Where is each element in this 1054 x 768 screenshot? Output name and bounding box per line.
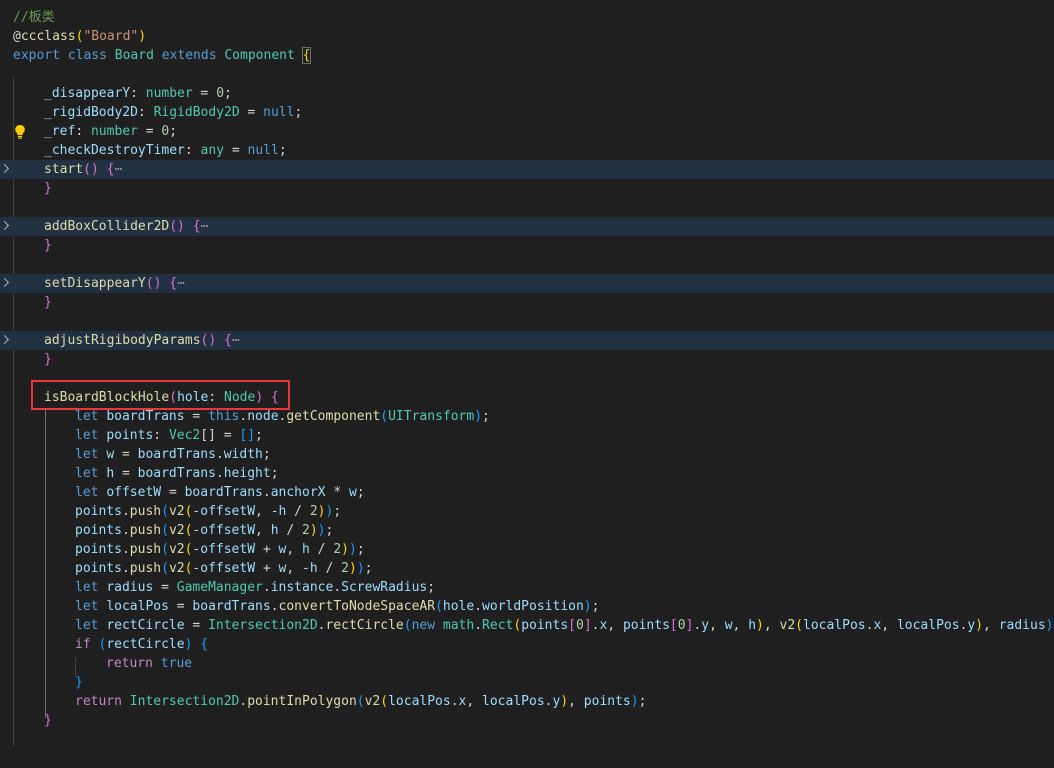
field-line: _rigidBody2D: RigidBody2D = null; bbox=[44, 105, 303, 120]
code-line: export class Board extends Component { bbox=[13, 47, 312, 64]
field-name: _rigidBody2D bbox=[44, 105, 138, 120]
code-line: let points: Vec2[] = []; bbox=[75, 428, 263, 443]
code-line: let offsetW = boardTrans.anchorX * w; bbox=[75, 485, 365, 500]
class-keyword: class bbox=[67, 48, 107, 63]
field-line: _checkDestroyTimer: any = null; bbox=[44, 143, 287, 158]
extends-keyword: extends bbox=[161, 48, 217, 63]
folded-method-line[interactable]: start() {⋯ bbox=[0, 160, 1054, 179]
folded-method-line[interactable]: adjustRigibodyParams() {⋯ bbox=[0, 331, 1054, 350]
decorator-arg: "Board" bbox=[83, 29, 139, 44]
code-line: } bbox=[44, 713, 52, 728]
folded-method-line[interactable]: addBoxCollider2D() {⋯ bbox=[0, 217, 1054, 236]
fold-chevron-icon[interactable] bbox=[0, 164, 9, 173]
decorator-name: ccclass bbox=[20, 29, 76, 44]
field-value: null bbox=[263, 105, 295, 120]
fold-chevron-icon[interactable] bbox=[0, 335, 9, 344]
code-line: points.push(v2(-offsetW, h / 2)); bbox=[75, 523, 334, 538]
fold-chevron-icon[interactable] bbox=[0, 278, 9, 287]
field-line: _disappearY: number = 0; bbox=[44, 86, 232, 101]
method-name: addBoxCollider2D bbox=[44, 219, 170, 234]
comment: //板类 bbox=[13, 10, 55, 25]
method-name: setDisappearY bbox=[44, 276, 146, 291]
field-name: _disappearY bbox=[44, 86, 131, 101]
class-name: Board bbox=[114, 48, 154, 63]
code-line: let localPos = boardTrans.convertToNodeS… bbox=[75, 599, 600, 614]
code-line: } bbox=[44, 238, 52, 253]
code-line: let h = boardTrans.height; bbox=[75, 466, 279, 481]
lightbulb-icon[interactable] bbox=[14, 124, 26, 139]
field-type: number bbox=[145, 86, 193, 101]
fold-ellipsis[interactable]: ⋯ bbox=[201, 219, 209, 234]
base-class: Component bbox=[224, 48, 295, 63]
field-type: RigidBody2D bbox=[153, 105, 240, 120]
code-line: if (rectCircle) { bbox=[75, 637, 209, 652]
code-line: points.push(v2(-offsetW + w, h / 2)); bbox=[75, 542, 365, 557]
code-line: } bbox=[44, 181, 52, 196]
method-name: adjustRigibodyParams bbox=[44, 333, 201, 348]
highlight-box bbox=[31, 380, 290, 410]
fold-chevron-icon[interactable] bbox=[0, 221, 9, 230]
field-line: _ref: number = 0; bbox=[0, 122, 1054, 141]
code-line: let rectCircle = Intersection2D.rectCirc… bbox=[75, 618, 1054, 633]
code-line: points.push(v2(-offsetW, -h / 2)); bbox=[75, 504, 342, 519]
field-type: any bbox=[200, 143, 225, 158]
export-keyword: export bbox=[13, 48, 60, 63]
code-line: return Intersection2D.pointInPolygon(v2(… bbox=[75, 694, 647, 709]
fold-ellipsis[interactable]: ⋯ bbox=[114, 162, 122, 177]
field-name: _ref bbox=[44, 124, 76, 139]
field-value: 0 bbox=[216, 86, 225, 101]
code-editor[interactable]: //板类 @ccclass("Board") export class Boar… bbox=[0, 0, 1054, 746]
code-line: } bbox=[44, 352, 52, 367]
code-line: let w = boardTrans.width; bbox=[75, 447, 271, 462]
field-type: number bbox=[90, 124, 138, 139]
code-line: //板类 bbox=[0, 8, 1054, 27]
field-value: null bbox=[247, 143, 279, 158]
code-line: } bbox=[75, 675, 83, 690]
fold-ellipsis[interactable]: ⋯ bbox=[232, 333, 240, 348]
code-line: let radius = GameManager.instance.ScrewR… bbox=[75, 580, 436, 595]
method-name: start bbox=[44, 162, 84, 177]
field-name: _checkDestroyTimer bbox=[44, 143, 185, 158]
code-line: points.push(v2(-offsetW + w, -h / 2)); bbox=[75, 561, 373, 576]
code-line: return true bbox=[106, 656, 193, 671]
fold-ellipsis[interactable]: ⋯ bbox=[177, 276, 185, 291]
code-line: @ccclass("Board") bbox=[13, 29, 147, 44]
decorator-at: @ bbox=[13, 29, 21, 44]
code-line: } bbox=[44, 295, 52, 310]
folded-method-line[interactable]: setDisappearY() {⋯ bbox=[0, 274, 1054, 293]
